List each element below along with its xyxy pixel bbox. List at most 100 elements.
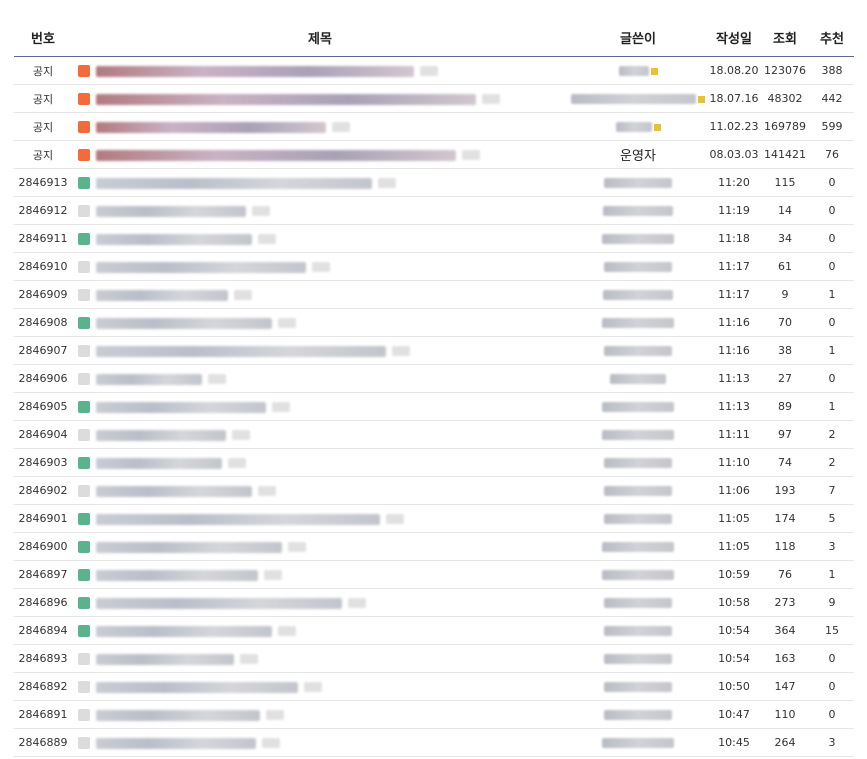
comment-count[interactable] [240,654,258,664]
post-author[interactable] [568,56,708,85]
author-name[interactable] [604,458,672,468]
comment-count[interactable] [266,710,284,720]
post-title-cell[interactable] [72,728,568,757]
author-name[interactable] [618,66,649,76]
comment-count[interactable] [264,570,282,580]
post-title-cell[interactable] [72,56,568,85]
author-name[interactable] [602,570,674,580]
comment-count[interactable] [272,402,290,412]
post-title-cell[interactable] [72,504,568,533]
table-row[interactable]: 공지 운영자 08.03.03 141421 76 [14,140,854,169]
post-title-link[interactable] [96,205,246,217]
author-name[interactable] [604,626,672,636]
comment-count[interactable] [228,458,246,468]
comment-count[interactable] [462,150,480,160]
comment-count[interactable] [482,94,500,104]
post-author[interactable] [568,336,708,365]
post-title-link[interactable] [96,457,222,469]
post-author[interactable] [568,448,708,477]
author-name[interactable]: 운영자 [620,149,656,164]
table-row[interactable]: 2846897 10:59 76 1 [14,560,854,589]
table-row[interactable]: 2846900 11:05 118 3 [14,532,854,561]
comment-count[interactable] [332,122,350,132]
post-title-cell[interactable] [72,588,568,617]
post-title-link[interactable] [96,429,226,441]
comment-count[interactable] [378,178,396,188]
table-row[interactable]: 2846896 10:58 273 9 [14,588,854,617]
post-author[interactable] [568,700,708,729]
post-author[interactable] [568,364,708,393]
post-title-link[interactable] [96,317,272,329]
post-author[interactable] [568,224,708,253]
post-author[interactable] [568,308,708,337]
post-author[interactable] [568,588,708,617]
post-title-link[interactable] [96,597,342,609]
table-row[interactable]: 2846894 10:54 364 15 [14,616,854,645]
post-author[interactable] [568,560,708,589]
post-title-link[interactable] [96,233,252,245]
table-row[interactable]: 2846902 11:06 193 7 [14,476,854,505]
table-row[interactable]: 2846904 11:11 97 2 [14,420,854,449]
post-title-link[interactable] [96,289,228,301]
comment-count[interactable] [232,430,250,440]
post-title-link[interactable] [96,709,260,721]
post-title-link[interactable] [96,177,372,189]
post-title-cell[interactable] [72,84,568,113]
post-title-cell[interactable] [72,168,568,197]
post-title-link[interactable] [96,513,380,525]
table-row[interactable]: 공지 18.07.16 48302 442 [14,84,854,113]
table-row[interactable]: 2846910 11:17 61 0 [14,252,854,281]
table-row[interactable]: 2846911 11:18 34 0 [14,224,854,253]
post-title-cell[interactable] [72,392,568,421]
author-name[interactable] [604,598,672,608]
post-title-cell[interactable] [72,644,568,673]
post-title-link[interactable] [96,569,258,581]
table-row[interactable]: 2846905 11:13 89 1 [14,392,854,421]
table-row[interactable]: 2846889 10:45 264 3 [14,728,854,757]
author-name[interactable] [615,122,652,132]
post-title-cell[interactable] [72,308,568,337]
comment-count[interactable] [348,598,366,608]
author-name[interactable] [604,710,672,720]
author-name[interactable] [602,402,674,412]
comment-count[interactable] [234,290,252,300]
author-name[interactable] [602,430,674,440]
post-title-link[interactable] [96,401,266,413]
post-title-cell[interactable] [72,560,568,589]
comment-count[interactable] [420,66,438,76]
table-row[interactable]: 공지 18.08.20 123076 388 [14,56,854,85]
comment-count[interactable] [304,682,322,692]
post-title-link[interactable] [96,653,234,665]
post-author[interactable] [568,476,708,505]
comment-count[interactable] [252,206,270,216]
post-author[interactable] [568,392,708,421]
author-name[interactable] [604,514,672,524]
post-author[interactable] [568,280,708,309]
author-name[interactable] [603,206,673,216]
post-title-link[interactable] [96,261,306,273]
post-author[interactable] [568,84,708,113]
author-name[interactable] [603,290,673,300]
post-title-link[interactable] [96,373,202,385]
table-row[interactable]: 2846903 11:10 74 2 [14,448,854,477]
post-title-cell[interactable] [72,616,568,645]
table-row[interactable]: 2846893 10:54 163 0 [14,644,854,673]
table-row[interactable]: 2846909 11:17 9 1 [14,280,854,309]
comment-count[interactable] [208,374,226,384]
post-title-link[interactable] [96,121,326,133]
comment-count[interactable] [278,318,296,328]
author-name[interactable] [602,738,674,748]
comment-count[interactable] [258,234,276,244]
post-author[interactable] [568,420,708,449]
post-title-link[interactable] [96,737,256,749]
post-title-cell[interactable] [72,672,568,701]
author-name[interactable] [604,262,672,272]
table-row[interactable]: 2846912 11:19 14 0 [14,196,854,225]
post-title-cell[interactable] [72,476,568,505]
author-name[interactable] [602,234,674,244]
post-title-link[interactable] [96,65,414,77]
comment-count[interactable] [262,738,280,748]
post-title-cell[interactable] [72,700,568,729]
post-title-cell[interactable] [72,140,568,169]
post-author[interactable] [568,616,708,645]
